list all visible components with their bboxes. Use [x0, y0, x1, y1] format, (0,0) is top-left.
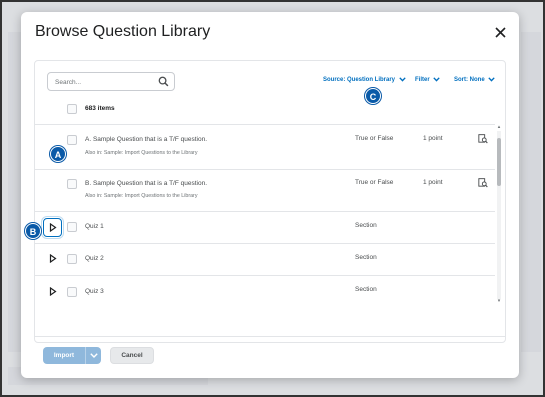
import-button[interactable]: Import [43, 347, 85, 364]
question-checkbox[interactable] [67, 135, 77, 145]
section-checkbox[interactable] [67, 254, 77, 264]
sort-dropdown[interactable]: Sort: None [454, 77, 496, 84]
browse-question-library-dialog: Browse Question Library Source: Question… [21, 12, 519, 378]
search-icon[interactable] [158, 76, 169, 87]
search-input[interactable] [55, 76, 155, 88]
section-type: Section [355, 222, 377, 229]
filter-dropdown[interactable]: Filter [415, 77, 441, 84]
search-box[interactable] [47, 72, 175, 91]
section-checkbox[interactable] [67, 222, 77, 232]
callout-b-marker: B [25, 223, 41, 239]
question-points: 1 point [423, 179, 443, 186]
section-title: Quiz 2 [85, 255, 104, 262]
caret-right-icon [49, 223, 57, 232]
preview-icon[interactable] [478, 178, 488, 188]
caret-right-icon[interactable] [49, 287, 57, 296]
question-also-in: Also in: Sample: Import Questions to the… [85, 150, 198, 156]
divider [35, 211, 495, 212]
items-count: 683 items [85, 105, 115, 112]
caret-right-icon[interactable] [49, 254, 57, 263]
dialog-title: Browse Question Library [35, 23, 211, 40]
divider [35, 124, 495, 125]
question-title: A. Sample Question that is a T/F questio… [85, 136, 207, 143]
chevron-down-icon [433, 77, 441, 82]
section-type: Section [355, 254, 377, 261]
source-dropdown-label: Source: Question Library [323, 77, 396, 84]
chevron-down-icon [90, 353, 98, 358]
question-also-in: Also in: Sample: Import Questions to the… [85, 193, 198, 199]
preview-icon[interactable] [478, 134, 488, 144]
expand-section-button[interactable] [43, 218, 62, 237]
cancel-button[interactable]: Cancel [110, 347, 154, 364]
callout-a-marker: A [50, 146, 66, 162]
divider [35, 275, 495, 276]
filter-dropdown-label: Filter [415, 77, 430, 84]
scrollbar-thumb[interactable] [497, 138, 501, 186]
divider [35, 169, 495, 170]
sort-dropdown-label: Sort: None [454, 77, 485, 84]
select-all-checkbox[interactable] [67, 104, 77, 114]
question-type: True or False [355, 135, 394, 142]
question-browser-panel: Source: Question Library Filter Sort: No… [34, 60, 506, 343]
footer-divider [34, 336, 506, 337]
chevron-down-icon [488, 77, 496, 82]
chevron-down-icon [398, 77, 406, 82]
question-points: 1 point [423, 135, 443, 142]
divider [35, 243, 495, 244]
question-title: B. Sample Question that is a T/F questio… [85, 180, 207, 187]
source-dropdown[interactable]: Source: Question Library [323, 77, 406, 83]
question-checkbox[interactable] [67, 179, 77, 189]
callout-c-marker: C [365, 88, 381, 104]
section-checkbox[interactable] [67, 287, 77, 297]
close-icon [494, 27, 506, 38]
scroll-up-icon[interactable]: ▴ [496, 125, 502, 130]
close-button[interactable] [491, 24, 509, 42]
scrollbar[interactable]: ▴ ▾ [497, 125, 501, 304]
section-title: Quiz 1 [85, 223, 104, 230]
section-type: Section [355, 286, 377, 293]
scroll-down-icon[interactable]: ▾ [496, 299, 502, 304]
import-options-button[interactable] [86, 347, 101, 364]
import-split-button[interactable]: Import [43, 347, 101, 364]
question-type: True or False [355, 179, 394, 186]
section-title: Quiz 3 [85, 288, 104, 295]
